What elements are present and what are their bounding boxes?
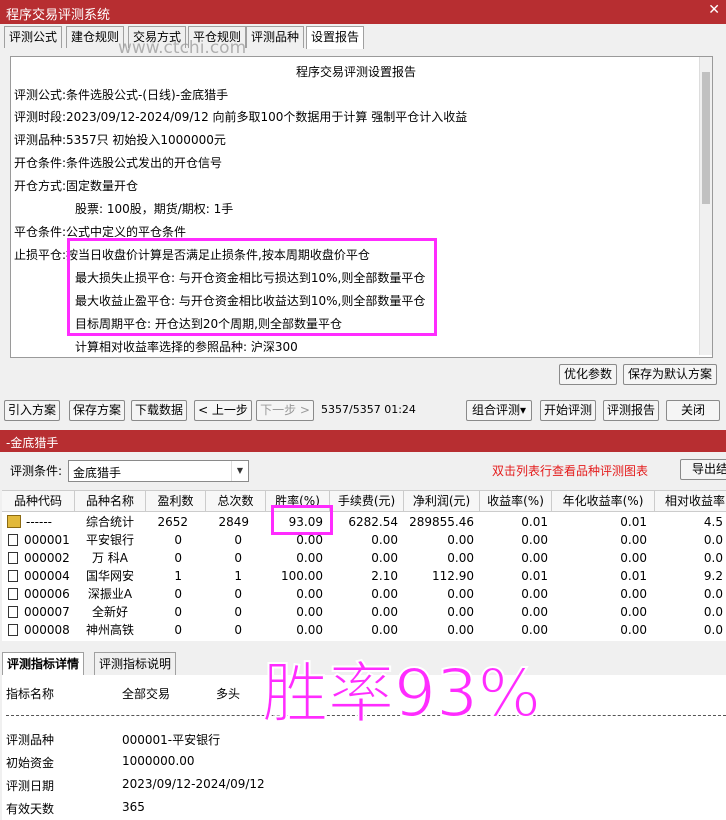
export-button[interactable]: 导出结: [680, 459, 726, 480]
close-icon[interactable]: ✕: [708, 2, 720, 18]
detail-header: 全部交易: [122, 687, 171, 701]
detail-key: 初始资金: [6, 756, 55, 770]
detail-header: 多头: [216, 687, 241, 701]
chevron-down-icon[interactable]: ▼: [231, 461, 248, 481]
window-title: 程序交易评测系统: [6, 8, 111, 23]
detail-header: 指标名称: [6, 687, 55, 701]
report-title: 程序交易评测设置报告: [295, 65, 416, 79]
document-icon: [8, 588, 18, 600]
report-line: 开仓方式:固定数量开仓: [14, 179, 139, 193]
condition-label: 评测条件:: [10, 464, 63, 478]
summary-icon: [7, 515, 21, 528]
detail-value: 2023/09/12-2024/09/12: [122, 777, 265, 791]
document-icon: [8, 606, 18, 618]
report-line: 评测时段:2023/09/12-2024/09/12 向前多取100个数据用于计…: [14, 110, 468, 124]
column-header[interactable]: 年化收益率(%): [552, 491, 655, 512]
column-header[interactable]: 盈利数: [146, 491, 206, 512]
watermark: www.ctchi.com: [118, 38, 247, 58]
document-icon: [8, 534, 18, 546]
report-scrollbar[interactable]: [699, 57, 712, 355]
tab-metric-help[interactable]: 评测指标说明: [94, 652, 177, 675]
detail-value: 000001-平安银行: [122, 733, 221, 747]
detail-key: 评测品种: [6, 733, 55, 747]
progress-readout: 5357/5357 01:24: [321, 403, 416, 416]
hint-text: 双击列表行查看品种评测图表: [492, 464, 649, 478]
column-header[interactable]: 总次数: [206, 491, 266, 512]
report-line: 评测品种:5357只 初始投入1000000元: [14, 133, 226, 147]
prev-step-button[interactable]: < 上一步: [194, 400, 252, 421]
document-icon: [8, 570, 18, 582]
combo-eval-button[interactable]: 组合评测▾: [466, 400, 532, 421]
table-row[interactable]: 000002 万 科A 0 0 0.00 0.00 0.00 0.00 0.00…: [2, 549, 726, 567]
tab-instruments[interactable]: 评测品种: [246, 26, 305, 48]
detail-key: 有效天数: [6, 802, 55, 816]
detail-key: 评测日期: [6, 779, 55, 793]
detail-value: 365: [122, 800, 145, 814]
import-plan-button[interactable]: 引入方案: [4, 400, 60, 421]
start-eval-button[interactable]: 开始评测: [540, 400, 596, 421]
document-icon: [8, 624, 18, 636]
win-rate-overlay: 胜率93%: [261, 654, 542, 733]
table-row[interactable]: 000001 平安银行 0 0 0.00 0.00 0.00 0.00 0.00…: [2, 531, 726, 549]
save-plan-button[interactable]: 保存方案: [69, 400, 125, 421]
column-header[interactable]: 手续费(元): [330, 491, 404, 512]
column-header[interactable]: 相对收益率: [655, 491, 726, 512]
eval-report-button[interactable]: 评测报告: [603, 400, 659, 421]
document-icon: [8, 552, 18, 564]
optimize-button[interactable]: 优化参数: [559, 364, 617, 385]
close-button[interactable]: 关闭: [666, 400, 720, 421]
report-line: 计算相对收益率选择的参照品种: 沪深300: [75, 340, 298, 354]
detail-value: 1000000.00: [122, 754, 195, 768]
win-rate-highlight: [271, 505, 333, 535]
column-header[interactable]: 品种代码: [2, 491, 75, 512]
table-row[interactable]: 000004 国华网安 1 1 100.00 2.10 112.90 0.01 …: [2, 567, 726, 585]
result-section-header: -金底猎手: [0, 430, 726, 452]
table-row[interactable]: 000008 神州高铁 0 0 0.00 0.00 0.00 0.00 0.00…: [2, 621, 726, 639]
next-step-button[interactable]: 下一步 >: [256, 400, 314, 421]
results-table: 品种代码 品种名称 盈利数 总次数 胜率(%) 手续费(元) 净利润(元) 收益…: [2, 490, 726, 641]
download-data-button[interactable]: 下载数据: [131, 400, 187, 421]
tab-report-settings[interactable]: 设置报告: [306, 26, 365, 49]
report-line: 评测公式:条件选股公式-(日线)-金底猎手: [14, 88, 229, 102]
column-header[interactable]: 收益率(%): [480, 491, 552, 512]
table-row[interactable]: ------ 综合统计 2652 2849 93.09 6282.54 2898…: [2, 513, 726, 531]
tab-formula[interactable]: 评测公式: [4, 26, 63, 48]
table-row[interactable]: 000006 深振业A 0 0 0.00 0.00 0.00 0.00 0.00…: [2, 585, 726, 603]
title-bar: 程序交易评测系统 ✕: [0, 0, 726, 24]
stop-loss-highlight: [67, 238, 437, 336]
table-row[interactable]: 000007 全新好 0 0 0.00 0.00 0.00 0.00 0.00 …: [2, 603, 726, 621]
tab-open-rules[interactable]: 建仓规则: [66, 26, 125, 48]
report-line: 开仓条件:条件选股公式发出的开仓信号: [14, 156, 223, 170]
report-line: 股票: 100股，期货/期权: 1手: [75, 202, 234, 216]
scroll-thumb[interactable]: [702, 72, 710, 204]
column-header[interactable]: 净利润(元): [404, 491, 480, 512]
column-header[interactable]: 品种名称: [75, 491, 146, 512]
condition-select[interactable]: 金底猎手 ▼: [68, 460, 249, 482]
save-default-button[interactable]: 保存为默认方案: [623, 364, 717, 385]
dropdown-arrow-icon: ▾: [519, 403, 527, 417]
tab-metric-details[interactable]: 评测指标详情: [2, 652, 85, 675]
